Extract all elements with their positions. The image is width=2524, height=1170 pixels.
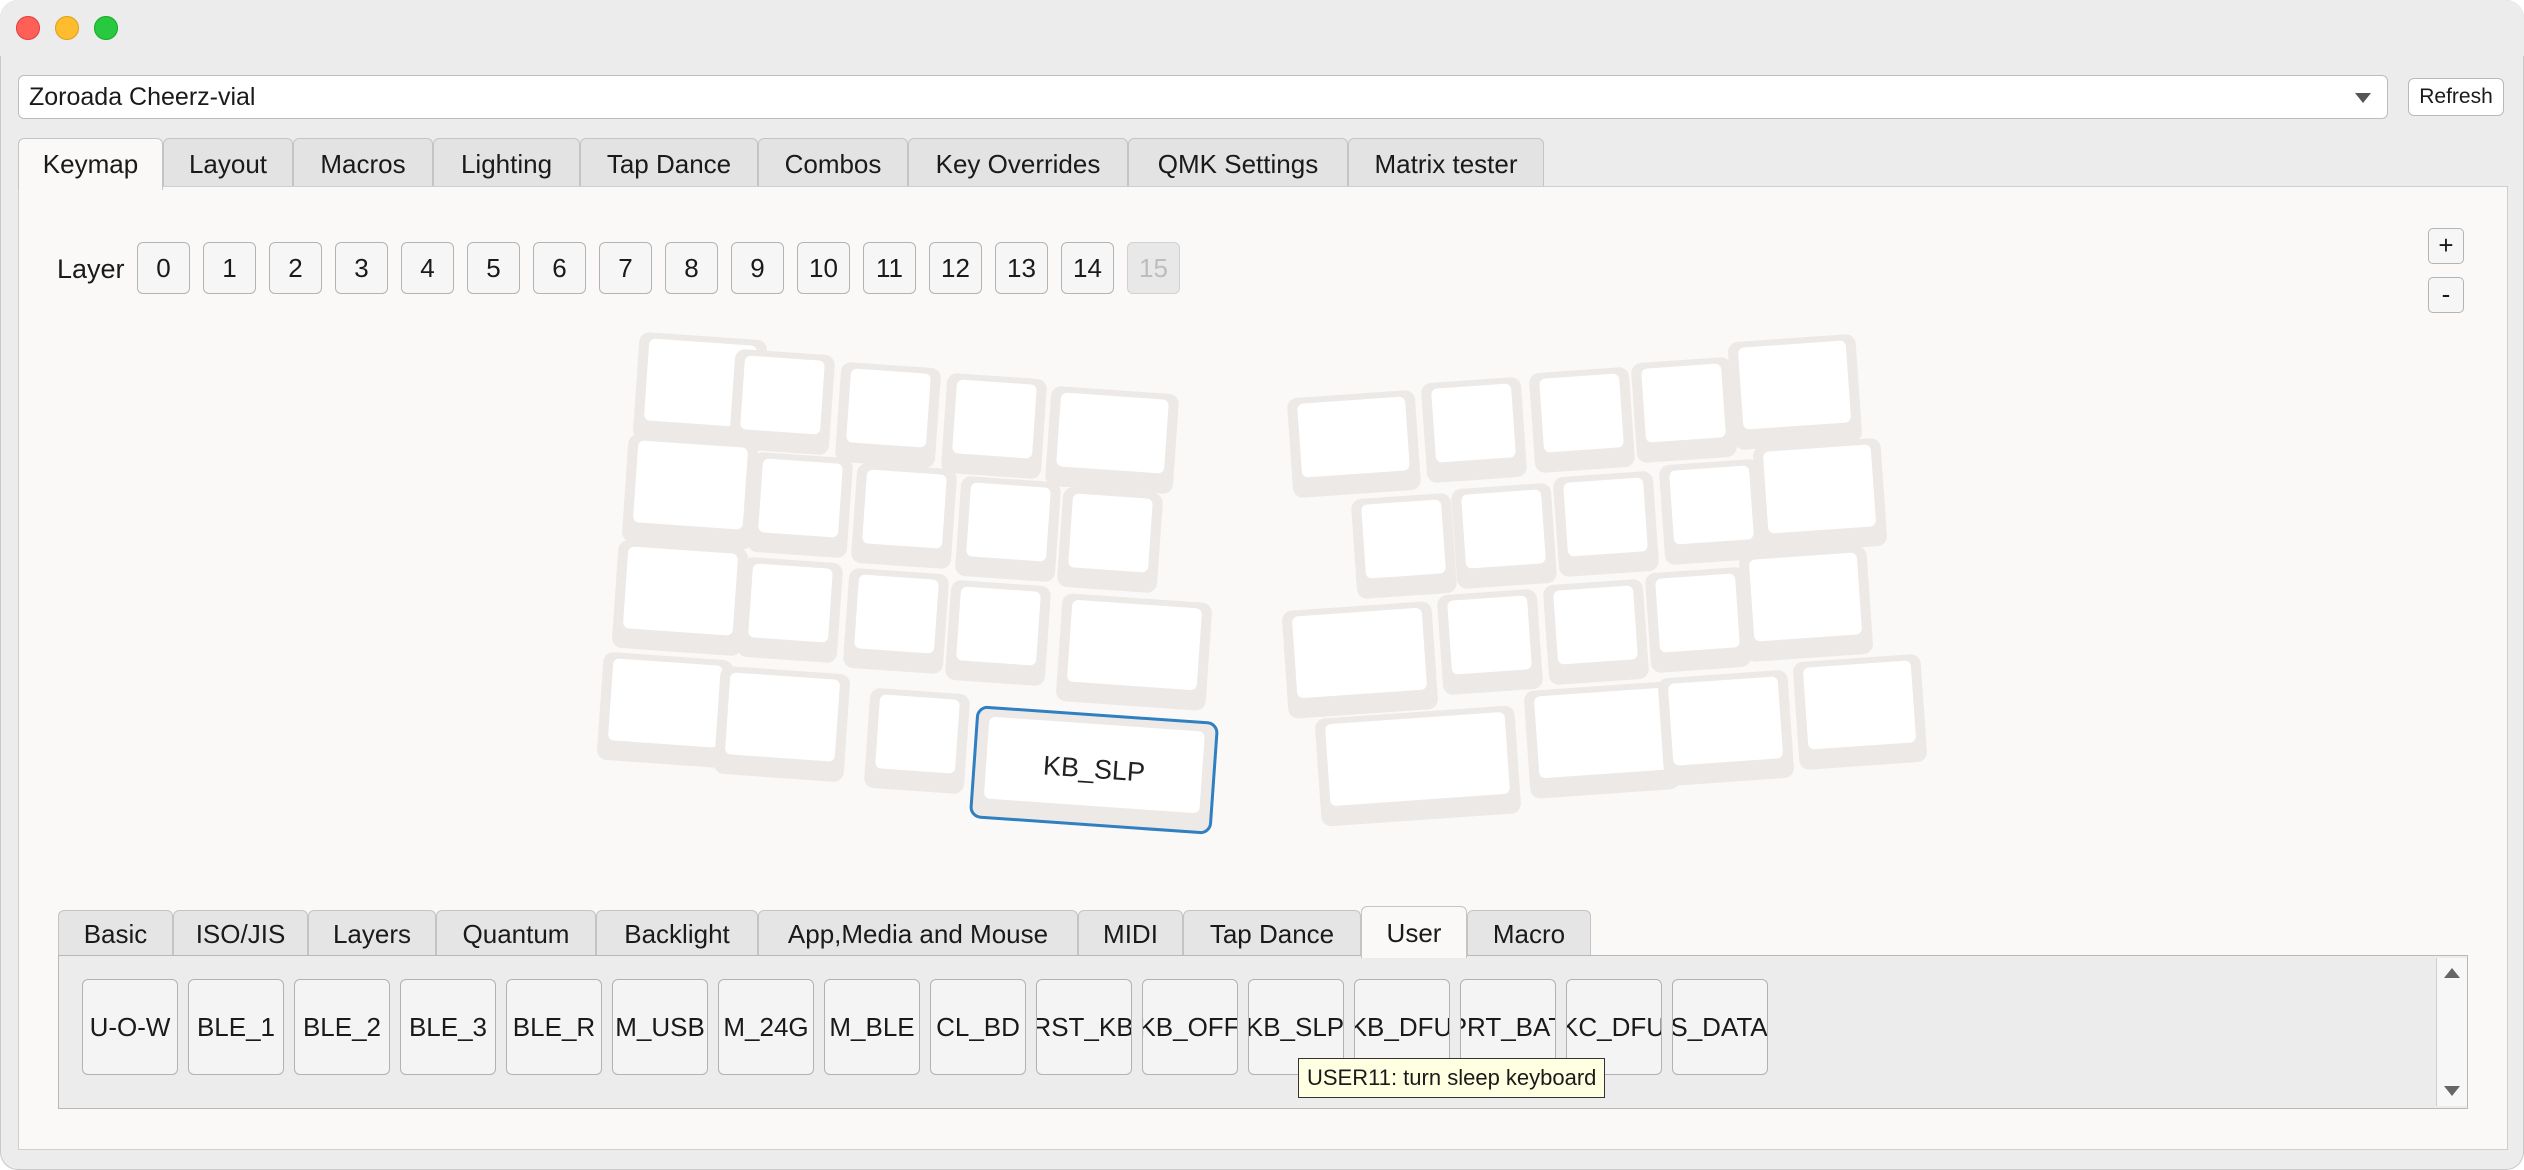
keyboard-key[interactable] (1543, 579, 1650, 686)
keyboard-key[interactable] (1792, 654, 1927, 771)
keycode-button[interactable]: M_USB (612, 979, 708, 1075)
keyboard-key[interactable] (1287, 390, 1422, 499)
keyboard-key[interactable] (955, 476, 1062, 583)
keyboard-key[interactable] (835, 362, 942, 469)
keyboard-key[interactable] (1057, 487, 1164, 594)
layer-button-3[interactable]: 3 (335, 242, 388, 294)
tab-layout[interactable]: Layout (163, 138, 293, 188)
keyboard-key[interactable] (1281, 601, 1438, 719)
keycode-button[interactable]: BLE_3 (400, 979, 496, 1075)
keyboard-key[interactable] (1045, 386, 1180, 495)
minimize-window-button[interactable] (55, 16, 79, 40)
keycode-button[interactable]: KB_OFF (1142, 979, 1238, 1075)
tab-lighting[interactable]: Lighting (433, 138, 580, 188)
keyboard-key[interactable] (1727, 334, 1862, 451)
keycode-tab-app-media-mouse[interactable]: App,Media and Mouse (758, 910, 1078, 956)
keyboard-key[interactable] (1055, 593, 1212, 711)
keyboard-key[interactable] (596, 652, 733, 769)
scroll-down-arrow-icon[interactable] (2444, 1086, 2460, 1096)
keycode-tab-basic[interactable]: Basic (58, 910, 173, 956)
keyboard-key[interactable] (611, 540, 748, 657)
keyboard-key[interactable] (747, 452, 854, 559)
layer-button-8[interactable]: 8 (665, 242, 718, 294)
keyboard-key[interactable] (1553, 471, 1660, 578)
keycode-tab-tap-dance[interactable]: Tap Dance (1183, 910, 1361, 956)
layer-button-13[interactable]: 13 (995, 242, 1048, 294)
device-select-value: Zoroada Cheerz-vial (29, 83, 256, 111)
keyboard-key[interactable] (941, 373, 1048, 480)
keyboard-key[interactable] (1752, 438, 1887, 555)
tab-combos[interactable]: Combos (758, 138, 908, 188)
keyboard-key[interactable] (737, 557, 844, 664)
keycode-tab-midi[interactable]: MIDI (1078, 910, 1183, 956)
keycode-button[interactable]: BLE_R (506, 979, 602, 1075)
keyboard-key[interactable] (851, 463, 958, 570)
close-window-button[interactable] (16, 16, 40, 40)
keycode-button[interactable]: M_BLE (824, 979, 920, 1075)
keycode-tab-iso-jis[interactable]: ISO/JIS (173, 910, 308, 956)
keycode-tab-macro[interactable]: Macro (1467, 910, 1591, 956)
zoom-in-button[interactable]: + (2428, 228, 2464, 264)
layer-button-7[interactable]: 7 (599, 242, 652, 294)
title-bar (0, 0, 2524, 56)
keycode-button[interactable]: U-O-W (82, 979, 178, 1075)
layer-label: Layer (57, 254, 125, 284)
scroll-up-arrow-icon[interactable] (2444, 968, 2460, 978)
layer-button-14[interactable]: 14 (1061, 242, 1114, 294)
layer-button-4[interactable]: 4 (401, 242, 454, 294)
keycode-button[interactable]: BLE_2 (294, 979, 390, 1075)
layer-button-10[interactable]: 10 (797, 242, 850, 294)
layer-button-0[interactable]: 0 (137, 242, 190, 294)
keycode-scrollbar[interactable] (2436, 958, 2467, 1106)
keycode-tab-user[interactable]: User (1361, 906, 1467, 958)
keycode-tab-quantum[interactable]: Quantum (436, 910, 596, 956)
keyboard-key[interactable] (864, 688, 971, 795)
keyboard-key[interactable] (1437, 589, 1544, 696)
tab-macros[interactable]: Macros (293, 138, 433, 188)
tab-qmk-settings[interactable]: QMK Settings (1128, 138, 1348, 188)
tab-keymap[interactable]: Keymap (18, 138, 163, 190)
app-window: Zoroada Cheerz-vial Refresh Keymap Layou… (0, 0, 2524, 1170)
keyboard-key[interactable] (713, 666, 850, 783)
keycode-button[interactable]: RST_KB (1036, 979, 1132, 1075)
keyboard-key[interactable] (1529, 367, 1636, 474)
zoom-out-button[interactable]: - (2428, 277, 2464, 313)
keycode-button[interactable]: CL_BD (930, 979, 1026, 1075)
keyboard-key[interactable] (1631, 357, 1738, 464)
keyboard-key[interactable] (1645, 567, 1752, 674)
keyboard-key[interactable] (843, 568, 950, 675)
keycode-tooltip: USER11: turn sleep keyboard (1298, 1058, 1606, 1098)
keyboard-key[interactable] (1738, 546, 1873, 663)
keycode-button[interactable]: BLE_1 (188, 979, 284, 1075)
layer-button-2[interactable]: 2 (269, 242, 322, 294)
keyboard-key[interactable] (1351, 493, 1458, 600)
keycode-button[interactable]: M_24G (718, 979, 814, 1075)
maximize-window-button[interactable] (94, 16, 118, 40)
layer-button-6[interactable]: 6 (533, 242, 586, 294)
layer-button-5[interactable]: 5 (467, 242, 520, 294)
keyboard-key[interactable] (1451, 483, 1558, 590)
tab-tap-dance[interactable]: Tap Dance (580, 138, 758, 188)
keyboard-key[interactable] (1421, 377, 1528, 484)
keyboard-key[interactable] (1314, 705, 1521, 827)
keycode-button[interactable]: S_DATA (1672, 979, 1768, 1075)
keyboard-key[interactable] (1523, 681, 1680, 799)
refresh-button[interactable]: Refresh (2408, 78, 2504, 116)
keyboard-key[interactable] (1657, 670, 1794, 787)
layer-button-9[interactable]: 9 (731, 242, 784, 294)
keyboard-key[interactable] (621, 434, 758, 551)
tab-key-overrides[interactable]: Key Overrides (908, 138, 1128, 188)
layer-button-15: 15 (1127, 242, 1180, 294)
keycode-tab-layers[interactable]: Layers (308, 910, 436, 956)
tab-matrix-tester[interactable]: Matrix tester (1348, 138, 1544, 188)
chevron-down-icon (2355, 93, 2371, 103)
layer-button-1[interactable]: 1 (203, 242, 256, 294)
keyboard-key[interactable] (945, 580, 1052, 687)
keyboard-key[interactable] (729, 349, 836, 456)
keycode-tab-backlight[interactable]: Backlight (596, 910, 758, 956)
layer-button-11[interactable]: 11 (863, 242, 916, 294)
device-select[interactable]: Zoroada Cheerz-vial (18, 75, 2388, 119)
keyboard-key[interactable] (1659, 459, 1766, 566)
layer-button-12[interactable]: 12 (929, 242, 982, 294)
